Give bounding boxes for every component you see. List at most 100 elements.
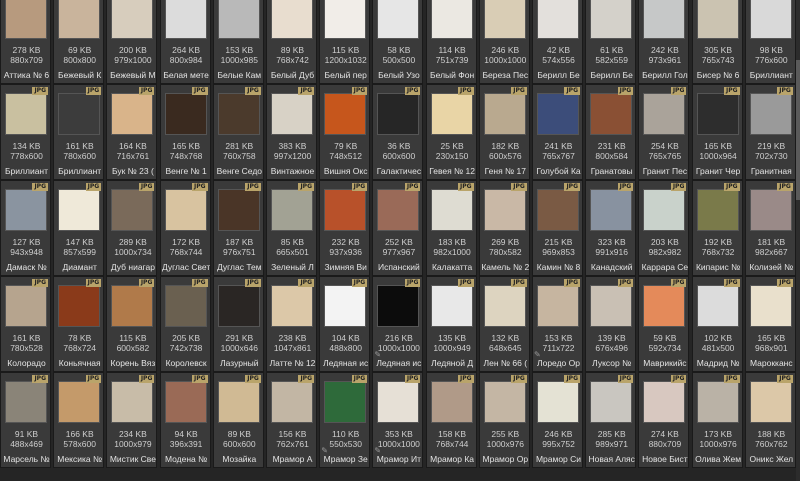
texture-tile[interactable]: JPG 153 KB 711x722 Лоредо Ор ✎ — [532, 276, 583, 372]
texture-thumbnail — [324, 93, 367, 135]
texture-tile[interactable]: JPG 203 KB 982x982 Каррара Се — [638, 180, 690, 276]
texture-tile[interactable]: JPG 78 KB 768x724 Коньячная — [53, 276, 105, 372]
texture-tile[interactable]: JPG 166 KB 578x600 Мексика № — [53, 372, 105, 468]
texture-tile[interactable]: 98 KB 776x600 Бриллиант — [744, 0, 796, 84]
texture-tile[interactable]: JPG 181 KB 982x667 Колизей № — [744, 180, 796, 276]
texture-tile[interactable]: JPG 115 KB 600x582 Корень Вяз — [106, 276, 158, 372]
texture-tile[interactable]: JPG 165 KB 1000x964 Гранит Чер — [691, 84, 743, 180]
file-size: 383 KB — [278, 141, 307, 151]
texture-tile[interactable]: JPG 205 KB 742x738 Королевск — [159, 276, 211, 372]
texture-tile[interactable]: JPG 234 KB 1000x979 Мистик Све — [106, 372, 158, 468]
texture-name: Калакатта — [431, 262, 473, 272]
texture-tile[interactable]: JPG 156 KB 762x761 Мрамор А — [266, 372, 317, 468]
texture-tile[interactable]: 278 KB 880x709 Аттика № 6 — [0, 0, 51, 84]
image-dimensions: 768x724 — [63, 343, 96, 353]
texture-tile[interactable]: JPG 104 KB 488x800 Ледяная ис — [319, 276, 371, 372]
texture-tile[interactable]: JPG 36 KB 600x600 Галактичес — [372, 84, 424, 180]
texture-tile[interactable]: 61 KB 582x559 Берилл Бе — [585, 0, 637, 84]
image-dimensions: 578x600 — [63, 439, 96, 449]
texture-tile[interactable]: JPG 269 KB 780x582 Камель № 2 — [478, 180, 530, 276]
texture-thumbnail — [58, 189, 101, 231]
texture-tile[interactable]: JPG 161 KB 780x600 Бриллиант — [53, 84, 105, 180]
jpg-badge: JPG — [192, 375, 208, 383]
texture-tile[interactable]: JPG 254 KB 765x765 Гранит Пес — [638, 84, 690, 180]
texture-tile[interactable]: JPG 139 KB 676x496 Луксор № — [585, 276, 637, 372]
texture-tile[interactable]: JPG 182 KB 600x576 Геня № 17 — [478, 84, 530, 180]
texture-tile[interactable]: JPG 164 KB 716x761 Бук № 23 ( — [106, 84, 158, 180]
texture-tile[interactable]: JPG 215 KB 969x853 Камин № 8 — [532, 180, 583, 276]
texture-tile[interactable]: JPG 89 KB 600x600 Мозайка — [212, 372, 264, 468]
texture-tile[interactable]: JPG 353 KB 1000x1000 Мрамор Ит ✎ — [372, 372, 424, 468]
texture-tile[interactable]: JPG 161 KB 780x528 Колорадо — [0, 276, 51, 372]
texture-tile[interactable]: JPG 187 KB 976x751 Дуглас Тем — [212, 180, 264, 276]
texture-tile[interactable]: 58 KB 500x500 Белый Узо — [372, 0, 424, 84]
texture-tile[interactable]: JPG 291 KB 1000x646 Лазурный — [212, 276, 264, 372]
jpg-badge: JPG — [32, 183, 48, 191]
texture-tile[interactable]: JPG 323 KB 991x916 Канадский — [585, 180, 637, 276]
texture-tile[interactable]: 264 KB 800x984 Белая мете — [159, 0, 211, 84]
texture-tile[interactable]: JPG 232 KB 937x936 Зимняя Ви — [319, 180, 371, 276]
texture-tile[interactable]: JPG 216 KB 1000x1000 Ледяная ис ✎ — [372, 276, 424, 372]
image-dimensions: 760x762 — [754, 439, 788, 449]
texture-thumbnail — [271, 381, 313, 423]
texture-tile[interactable]: JPG 252 KB 977x967 Испанский — [372, 180, 424, 276]
texture-tile[interactable]: JPG 289 KB 1000x734 Дуб ниагар — [106, 180, 158, 276]
texture-tile[interactable]: JPG 102 KB 481x500 Мадрид № — [691, 276, 743, 372]
file-size: 165 KB — [172, 141, 201, 151]
texture-tile[interactable]: 246 KB 1000x1000 Береза Пес — [478, 0, 530, 84]
texture-tile[interactable]: JPG 94 KB 396x391 Модена № — [159, 372, 211, 468]
jpg-badge: JPG — [192, 87, 208, 95]
texture-tile[interactable]: JPG 135 KB 1000x949 Ледяной Д — [425, 276, 477, 372]
texture-tile[interactable]: JPG 172 KB 768x744 Дуглас Свет — [159, 180, 211, 276]
texture-tile[interactable]: JPG 281 KB 760x758 Венге Седо — [212, 84, 264, 180]
texture-tile[interactable]: 115 KB 1200x1032 Белый пер — [319, 0, 371, 84]
texture-tile[interactable]: JPG 85 KB 665x501 Зеленый Л — [266, 180, 317, 276]
texture-tile[interactable]: JPG 383 KB 997x1200 Винтажное — [266, 84, 317, 180]
texture-thumbnail — [643, 189, 686, 231]
texture-tile[interactable]: 69 KB 800x800 Бежевый К — [53, 0, 105, 84]
texture-tile[interactable]: 305 KB 765x743 Бисер № 6 — [691, 0, 743, 84]
file-size: 153 KB — [544, 333, 573, 343]
scrollbar-thumb[interactable] — [796, 60, 800, 200]
texture-tile[interactable]: 42 KB 574x556 Берилл Бе — [532, 0, 583, 84]
texture-tile[interactable]: JPG 91 KB 488x469 Марсель № — [0, 372, 51, 468]
texture-tile[interactable]: JPG 127 KB 943x948 Дамаск № — [0, 180, 51, 276]
texture-tile[interactable]: JPG 274 KB 880x709 Новое Бист — [638, 372, 690, 468]
texture-tile[interactable]: JPG 25 KB 230x150 Гевея № 12 — [425, 84, 477, 180]
texture-tile[interactable]: JPG 134 KB 778x600 Бриллиант — [0, 84, 51, 180]
file-size: 242 KB — [650, 45, 679, 55]
jpg-badge: JPG — [138, 375, 155, 383]
texture-tile[interactable]: JPG 59 KB 592x734 Маврикийс — [638, 276, 690, 372]
texture-tile[interactable]: JPG 110 KB 550x530 Мрамор Зе ✎ — [319, 372, 371, 468]
jpg-badge: JPG — [511, 279, 527, 287]
texture-tile[interactable]: JPG 255 KB 1000x976 Мрамор Ор — [478, 372, 530, 468]
texture-tile[interactable]: 153 KB 1000x985 Белые Кам — [212, 0, 264, 84]
texture-tile[interactable]: JPG 246 KB 995x752 Мрамор Си — [532, 372, 583, 468]
texture-tile[interactable]: JPG 188 KB 760x762 Оникс Жел — [744, 372, 796, 468]
file-size: 274 KB — [650, 429, 679, 439]
texture-tile[interactable]: JPG 231 KB 800x584 Гранатовы — [585, 84, 637, 180]
texture-tile[interactable]: JPG 238 KB 1047x861 Латте № 12 — [266, 276, 317, 372]
texture-name: Зеленый Л — [271, 262, 314, 272]
texture-name: Бриллиант — [4, 166, 49, 176]
texture-tile[interactable]: JPG 241 KB 765x767 Голубой Ка — [532, 84, 583, 180]
texture-tile[interactable]: 114 KB 751x739 Белый Фон — [425, 0, 477, 84]
texture-tile[interactable]: JPG 147 KB 857x599 Диамант — [53, 180, 105, 276]
jpg-badge: JPG — [298, 375, 314, 383]
texture-tile[interactable]: JPG 173 KB 1000x976 Олива Жем — [691, 372, 743, 468]
texture-tile[interactable]: JPG 79 KB 748x512 Вишня Окс — [319, 84, 371, 180]
texture-tile[interactable]: JPG 192 KB 768x732 Кипарис № — [691, 180, 743, 276]
texture-tile[interactable]: JPG 219 KB 702x730 Гранитная — [744, 84, 796, 180]
texture-tile[interactable]: 242 KB 973x961 Берилл Гол — [638, 0, 690, 84]
texture-tile[interactable]: JPG 165 KB 968x901 Марокканс — [744, 276, 796, 372]
texture-tile[interactable]: JPG 183 KB 982x1000 Калакатта — [425, 180, 477, 276]
jpg-badge: JPG — [617, 183, 634, 191]
texture-tile[interactable]: 200 KB 979x1000 Бежевый М — [106, 0, 158, 84]
texture-tile[interactable]: JPG 132 KB 648x645 Лен № 66 ( — [478, 276, 530, 372]
texture-tile[interactable]: JPG 158 KB 768x744 Мрамор Ка — [425, 372, 477, 468]
texture-tile[interactable]: JPG 285 KB 989x971 Новая Аляс — [585, 372, 637, 468]
texture-tile[interactable]: JPG 165 KB 748x768 Венге № 1 — [159, 84, 211, 180]
jpg-badge: JPG — [564, 183, 580, 191]
texture-tile[interactable]: 89 KB 768x742 Белый Дуб — [266, 0, 317, 84]
vertical-scrollbar[interactable] — [796, 0, 800, 481]
